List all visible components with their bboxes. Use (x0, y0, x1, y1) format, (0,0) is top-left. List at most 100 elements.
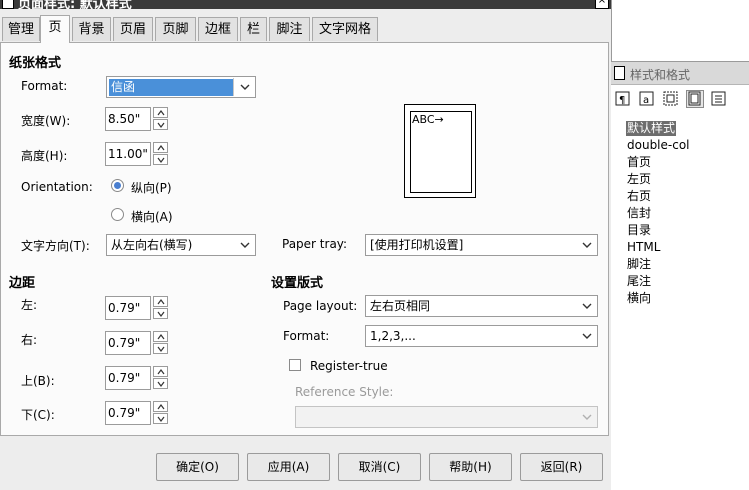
chevron-up-icon (157, 369, 165, 375)
tab-organizer[interactable]: 管理 (2, 17, 40, 41)
page-layout-select[interactable]: 左右页相同 (365, 295, 598, 317)
margin-top-increment-button[interactable] (153, 366, 168, 377)
apply-button[interactable]: 应用(A) (247, 453, 330, 481)
margin-left-label: 左: (21, 298, 38, 312)
styles-panel-title: 样式和格式 (630, 68, 691, 82)
number-format-value: 1,2,3,... (370, 329, 416, 343)
margin-top-field[interactable]: 0.79" (105, 366, 151, 390)
margin-bottom-decrement-button[interactable] (153, 413, 168, 424)
margin-bottom-field[interactable]: 0.79" (105, 401, 151, 425)
layout-settings-heading: 设置版式 (271, 276, 324, 291)
landscape-radio[interactable] (111, 208, 124, 221)
margin-bottom-value: 0.79" (108, 406, 141, 420)
margin-top-decrement-button[interactable] (153, 378, 168, 389)
tab-page[interactable]: 页 (40, 15, 70, 43)
window-title: 页面样式: 默认样式 (18, 0, 132, 9)
tab-background[interactable]: 背景 (72, 17, 111, 41)
chevron-up-icon (157, 110, 165, 116)
margin-bottom-label: 下(C): (21, 408, 55, 422)
margin-left-value: 0.79" (108, 301, 141, 315)
close-button[interactable]: × (595, 0, 609, 9)
page-layout-label: Page layout: (283, 299, 358, 313)
margin-right-increment-button[interactable] (153, 331, 168, 342)
title-bar: 页面样式: 默认样式 × (0, 0, 611, 9)
portrait-radio[interactable] (111, 179, 124, 192)
portrait-label[interactable]: 纵向(P) (131, 179, 172, 196)
margin-right-field[interactable]: 0.79" (105, 331, 151, 355)
paper-format-select[interactable]: 信函 (106, 76, 256, 98)
chevron-down-icon (240, 242, 250, 248)
chevron-down-icon (157, 122, 165, 128)
tab-text-grid[interactable]: 文字网格 (312, 17, 378, 41)
margin-right-decrement-button[interactable] (153, 343, 168, 354)
text-direction-select[interactable]: 从左向右(横写) (106, 234, 256, 256)
reference-style-select[interactable] (295, 406, 598, 428)
tab-footer[interactable]: 页脚 (155, 17, 196, 41)
style-item-envelope[interactable]: 信封 (627, 206, 651, 221)
chevron-down-icon (157, 311, 165, 317)
width-field[interactable]: 8.50" (105, 107, 151, 131)
chevron-up-icon (157, 299, 165, 305)
style-item-double-col[interactable]: double-col (627, 138, 690, 153)
style-item-landscape[interactable]: 横向 (627, 291, 651, 306)
chevron-up-icon (157, 404, 165, 410)
tab-header[interactable]: 页眉 (113, 17, 153, 41)
svg-text:¶: ¶ (619, 95, 625, 106)
character-styles-icon[interactable]: a (638, 90, 656, 108)
paper-tray-select[interactable]: [使用打印机设置] (365, 234, 598, 256)
style-item-html[interactable]: HTML (627, 240, 660, 255)
number-format-select[interactable]: 1,2,3,... (365, 325, 598, 347)
width-label: 宽度(W): (21, 114, 71, 128)
preview-text: ABC→ (412, 113, 444, 126)
height-label: 高度(H): (21, 149, 68, 163)
format-label: Format: (21, 79, 68, 93)
tab-columns[interactable]: 栏 (240, 17, 267, 41)
style-item-left-page[interactable]: 左页 (627, 172, 651, 187)
chevron-down-icon (157, 157, 165, 163)
margin-left-field[interactable]: 0.79" (105, 296, 151, 320)
height-value: 11.00" (108, 147, 148, 161)
height-increment-button[interactable] (153, 142, 168, 153)
width-increment-button[interactable] (153, 107, 168, 118)
ok-button[interactable]: 确定(O) (156, 453, 239, 481)
chevron-down-icon (582, 333, 592, 339)
list-styles-icon[interactable] (710, 90, 728, 108)
chevron-down-icon (157, 416, 165, 422)
number-format-label: Format: (283, 329, 330, 343)
page-layout-value: 左右页相同 (370, 299, 431, 313)
style-item-right-page[interactable]: 右页 (627, 189, 651, 204)
height-decrement-button[interactable] (153, 154, 168, 165)
tab-borders[interactable]: 边框 (198, 17, 238, 41)
page-preview: ABC→ (404, 104, 476, 198)
margin-left-increment-button[interactable] (153, 296, 168, 307)
style-item-default[interactable]: 默认样式 (626, 121, 677, 136)
back-button[interactable]: 返回(R) (520, 453, 603, 481)
style-item-endnote[interactable]: 尾注 (627, 274, 651, 289)
style-item-footnote[interactable]: 脚注 (627, 257, 651, 272)
chevron-up-icon (157, 145, 165, 151)
cancel-button[interactable]: 取消(C) (338, 453, 421, 481)
frame-styles-icon[interactable] (662, 90, 680, 108)
style-item-first-page[interactable]: 首页 (627, 155, 651, 170)
margin-left-decrement-button[interactable] (153, 308, 168, 319)
width-value: 8.50" (108, 112, 141, 126)
page-style-dialog: 页面样式: 默认样式 × 管理 页 背景 页眉 页脚 边框 栏 脚注 文字网格 … (0, 0, 612, 490)
page-preview-text-area: ABC→ (410, 111, 472, 193)
register-true-checkbox[interactable] (289, 359, 301, 371)
tab-footnote[interactable]: 脚注 (269, 17, 310, 41)
reference-style-label: Reference Style: (295, 385, 394, 399)
paper-tray-label: Paper tray: (282, 237, 348, 251)
page-styles-icon[interactable] (686, 90, 704, 108)
margin-bottom-increment-button[interactable] (153, 401, 168, 412)
landscape-label[interactable]: 横向(A) (131, 208, 173, 225)
svg-text:a: a (643, 95, 649, 106)
chevron-down-icon (157, 346, 165, 352)
text-direction-label: 文字方向(T): (21, 239, 90, 253)
height-field[interactable]: 11.00" (105, 142, 151, 166)
paragraph-styles-icon[interactable]: ¶ (614, 90, 632, 108)
width-decrement-button[interactable] (153, 119, 168, 130)
help-button[interactable]: 帮助(H) (429, 453, 512, 481)
register-true-label[interactable]: Register-true (310, 359, 388, 373)
margin-top-label: 上(B): (21, 374, 55, 388)
style-item-index[interactable]: 目录 (627, 223, 651, 238)
